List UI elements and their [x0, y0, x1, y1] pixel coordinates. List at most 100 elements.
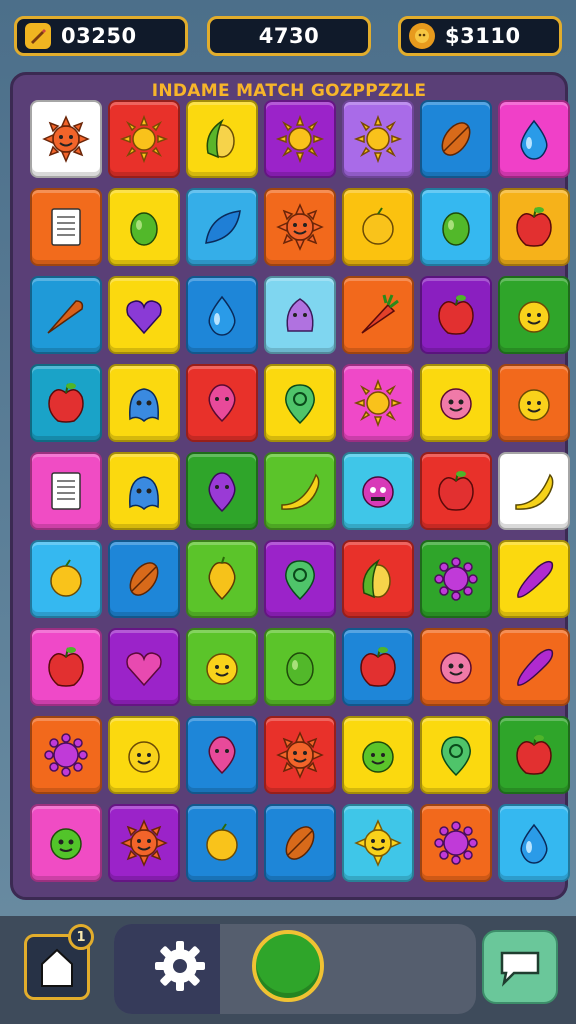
tile-8-5[interactable]: [420, 804, 492, 882]
apple-icon: [438, 295, 474, 335]
tile-3-3[interactable]: [264, 364, 336, 442]
tile-4-3[interactable]: [264, 452, 336, 530]
tile-6-4[interactable]: [342, 628, 414, 706]
lemon-icon: [50, 559, 82, 597]
coins-counter[interactable]: $3110: [398, 16, 562, 56]
tile-4-6[interactable]: [498, 452, 570, 530]
tile-3-4[interactable]: [342, 364, 414, 442]
tile-1-3[interactable]: [264, 188, 336, 266]
heart-pink-icon: [126, 652, 162, 687]
tile-0-5[interactable]: [420, 100, 492, 178]
tile-7-2[interactable]: [186, 716, 258, 794]
tile-2-6[interactable]: [498, 276, 570, 354]
tile-0-3[interactable]: [264, 100, 336, 178]
tile-7-3[interactable]: [264, 716, 336, 794]
tile-3-1[interactable]: [108, 364, 180, 442]
monster-pink-icon: [362, 476, 394, 508]
tile-5-0[interactable]: [30, 540, 102, 618]
hud-bar: 03250 4730 $3110: [0, 12, 576, 60]
apple-icon: [48, 647, 84, 687]
sun-purple-icon: [434, 821, 478, 865]
tile-4-2[interactable]: [186, 452, 258, 530]
tile-7-5[interactable]: [420, 716, 492, 794]
tile-0-2[interactable]: [186, 100, 258, 178]
tile-4-4[interactable]: [342, 452, 414, 530]
tile-2-1[interactable]: [108, 276, 180, 354]
apple-icon: [516, 735, 552, 775]
tile-3-6[interactable]: [498, 364, 570, 442]
score-counter: 03250: [14, 16, 188, 56]
gear-icon: [155, 941, 205, 991]
tile-0-4[interactable]: [342, 100, 414, 178]
tile-7-4[interactable]: [342, 716, 414, 794]
chat-button[interactable]: [482, 930, 558, 1004]
notification-badge: 1: [68, 924, 94, 950]
tile-5-1[interactable]: [108, 540, 180, 618]
tile-8-3[interactable]: [264, 804, 336, 882]
tile-2-3[interactable]: [264, 276, 336, 354]
tile-8-1[interactable]: [108, 804, 180, 882]
leaf-orange-icon: [129, 562, 159, 596]
tile-6-5[interactable]: [420, 628, 492, 706]
tile-2-5[interactable]: [420, 276, 492, 354]
tile-1-4[interactable]: [342, 188, 414, 266]
drop-purple-icon: [208, 472, 236, 513]
tile-3-2[interactable]: [186, 364, 258, 442]
chat-icon: [500, 951, 540, 987]
play-circle-button[interactable]: [252, 930, 324, 1002]
tile-6-0[interactable]: [30, 628, 102, 706]
pin-green-icon: [441, 736, 471, 777]
settings-button[interactable]: [150, 936, 210, 996]
tile-8-4[interactable]: [342, 804, 414, 882]
tile-8-0[interactable]: [30, 804, 102, 882]
sun-face-icon: [276, 731, 324, 779]
tile-6-1[interactable]: [108, 628, 180, 706]
sun-purple-icon: [434, 557, 478, 601]
tile-1-0[interactable]: [30, 188, 102, 266]
tile-2-2[interactable]: [186, 276, 258, 354]
leaf-blue-icon: [205, 210, 241, 244]
tile-1-1[interactable]: [108, 188, 180, 266]
tile-3-5[interactable]: [420, 364, 492, 442]
tile-5-5[interactable]: [420, 540, 492, 618]
tile-4-5[interactable]: [420, 452, 492, 530]
tile-0-1[interactable]: [108, 100, 180, 178]
tile-5-3[interactable]: [264, 540, 336, 618]
apple-icon: [48, 383, 84, 423]
sun-icon: [353, 378, 403, 428]
heart-purple-icon: [126, 300, 162, 335]
tile-4-0[interactable]: [30, 452, 102, 530]
tile-8-6[interactable]: [498, 804, 570, 882]
tile-2-4[interactable]: [342, 276, 414, 354]
tile-6-6[interactable]: [498, 628, 570, 706]
tile-0-6[interactable]: [498, 100, 570, 178]
sun-icon: [275, 114, 325, 164]
lemon-face-icon: [206, 653, 238, 685]
tile-3-0[interactable]: [30, 364, 102, 442]
home-icon: [41, 948, 73, 987]
tile-7-1[interactable]: [108, 716, 180, 794]
sun-icon: [353, 114, 403, 164]
eggplant-icon: [517, 560, 554, 598]
pencil-icon: [25, 23, 51, 49]
tile-6-3[interactable]: [264, 628, 336, 706]
tile-5-4[interactable]: [342, 540, 414, 618]
tile-1-5[interactable]: [420, 188, 492, 266]
tile-1-2[interactable]: [186, 188, 258, 266]
tile-0-0[interactable]: [30, 100, 102, 178]
tile-7-0[interactable]: [30, 716, 102, 794]
apple-icon: [438, 471, 474, 511]
tile-2-0[interactable]: [30, 276, 102, 354]
tile-5-6[interactable]: [498, 540, 570, 618]
sun-face-yellow-icon: [354, 819, 402, 867]
tile-1-6[interactable]: [498, 188, 570, 266]
tile-7-6[interactable]: [498, 716, 570, 794]
banana-icon: [281, 473, 320, 510]
tile-8-2[interactable]: [186, 804, 258, 882]
sun-face-icon: [42, 115, 90, 163]
monster-green-icon: [50, 828, 82, 860]
tile-6-2[interactable]: [186, 628, 258, 706]
tile-5-2[interactable]: [186, 540, 258, 618]
score-value: 03250: [61, 24, 137, 48]
tile-4-1[interactable]: [108, 452, 180, 530]
